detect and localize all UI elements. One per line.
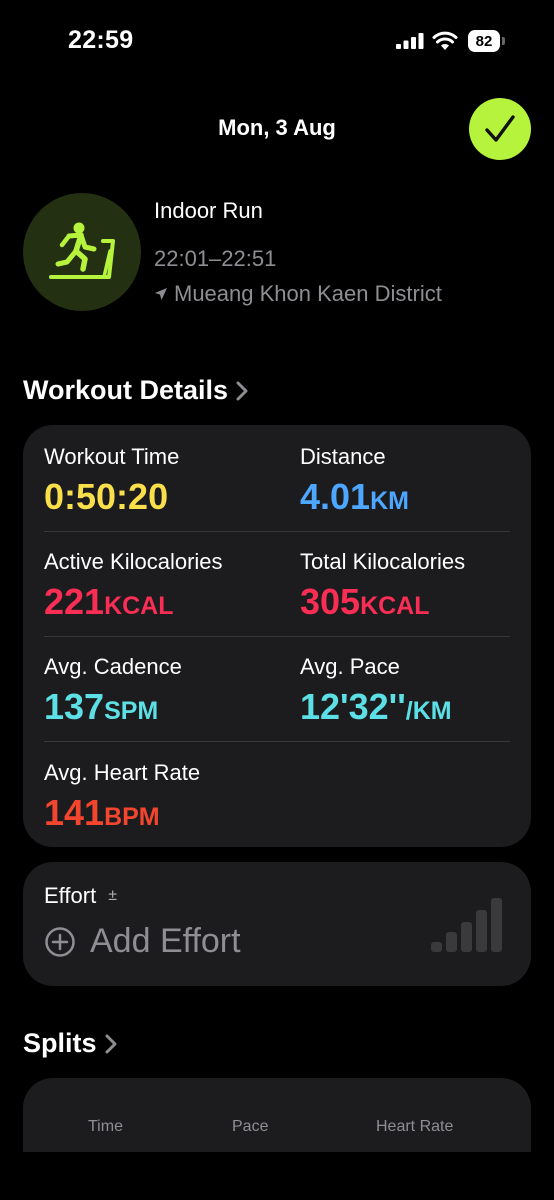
workout-details-title: Workout Details bbox=[23, 375, 229, 405]
battery-level: 82 bbox=[468, 30, 500, 52]
status-time: 22:59 bbox=[68, 26, 134, 54]
chevron-right-icon bbox=[236, 381, 248, 400]
metric-value: 137SPM bbox=[44, 686, 159, 727]
metric-value: 0:50:20 bbox=[44, 476, 169, 517]
metric-label: Distance bbox=[300, 444, 386, 469]
metric-label: Avg. Cadence bbox=[44, 654, 182, 679]
workout-time-range: 22:01–22:51 bbox=[154, 246, 277, 271]
metric-avg-pace: Avg. Pace 12'32''/KM bbox=[300, 654, 452, 728]
plus-minus-icon: ± bbox=[108, 887, 117, 904]
effort-header: Effort ± bbox=[44, 883, 117, 909]
metric-value: 141BPM bbox=[44, 792, 160, 833]
metric-value: 4.01KM bbox=[300, 476, 409, 517]
effort-card[interactable]: Effort ± Add Effort bbox=[23, 862, 531, 986]
metric-avg-cadence: Avg. Cadence 137SPM bbox=[44, 654, 182, 728]
workout-details-card: Workout Time 0:50:20 Distance 4.01KM Act… bbox=[23, 425, 531, 847]
workout-location: Mueang Khon Kaen District bbox=[154, 281, 442, 307]
cellular-signal-icon bbox=[396, 33, 424, 49]
metric-label: Total Kilocalories bbox=[300, 549, 466, 574]
splits-column-time: Time bbox=[88, 1118, 123, 1135]
metric-label: Avg. Pace bbox=[300, 654, 400, 679]
splits-title: Splits bbox=[23, 1028, 97, 1058]
metric-label: Avg. Heart Rate bbox=[44, 760, 201, 785]
divider bbox=[44, 636, 510, 637]
battery-indicator: 82 bbox=[468, 30, 505, 52]
done-button[interactable] bbox=[469, 98, 531, 160]
chevron-right-icon bbox=[105, 1034, 117, 1053]
metric-active-kilocalories: Active Kilocalories 221KCAL bbox=[44, 549, 223, 623]
effort-level-bars-icon bbox=[431, 898, 502, 952]
battery-nub bbox=[502, 37, 505, 45]
metric-label: Active Kilocalories bbox=[44, 549, 223, 574]
workout-details-link[interactable]: Workout Details bbox=[23, 375, 248, 406]
metric-avg-heart-rate: Avg. Heart Rate 141BPM bbox=[44, 760, 200, 834]
metric-label: Workout Time bbox=[44, 444, 180, 469]
splits-column-pace: Pace bbox=[232, 1118, 269, 1135]
checkmark-icon bbox=[485, 115, 515, 142]
screen-bottom-edge bbox=[0, 1152, 554, 1200]
metric-value: 221KCAL bbox=[44, 581, 174, 622]
effort-label: Effort bbox=[44, 883, 97, 908]
metric-workout-time: Workout Time 0:50:20 bbox=[44, 444, 179, 518]
add-effort-button[interactable]: Add Effort bbox=[44, 922, 241, 961]
workout-type-badge bbox=[23, 193, 141, 311]
add-effort-label: Add Effort bbox=[90, 922, 241, 960]
wifi-icon bbox=[432, 31, 458, 50]
metric-distance: Distance 4.01KM bbox=[300, 444, 409, 518]
divider bbox=[44, 531, 510, 532]
metric-value: 305KCAL bbox=[300, 581, 430, 622]
location-arrow-icon bbox=[155, 288, 167, 300]
splits-link[interactable]: Splits bbox=[23, 1028, 117, 1059]
metric-value: 12'32''/KM bbox=[300, 686, 452, 727]
metric-total-kilocalories: Total Kilocalories 305KCAL bbox=[300, 549, 465, 623]
workout-title: Indoor Run bbox=[154, 198, 263, 223]
plus-circle-icon bbox=[45, 926, 75, 957]
workout-location-label: Mueang Khon Kaen District bbox=[174, 281, 442, 306]
divider bbox=[44, 741, 510, 742]
treadmill-runner-icon bbox=[49, 222, 115, 279]
splits-column-heart-rate: Heart Rate bbox=[376, 1118, 454, 1135]
